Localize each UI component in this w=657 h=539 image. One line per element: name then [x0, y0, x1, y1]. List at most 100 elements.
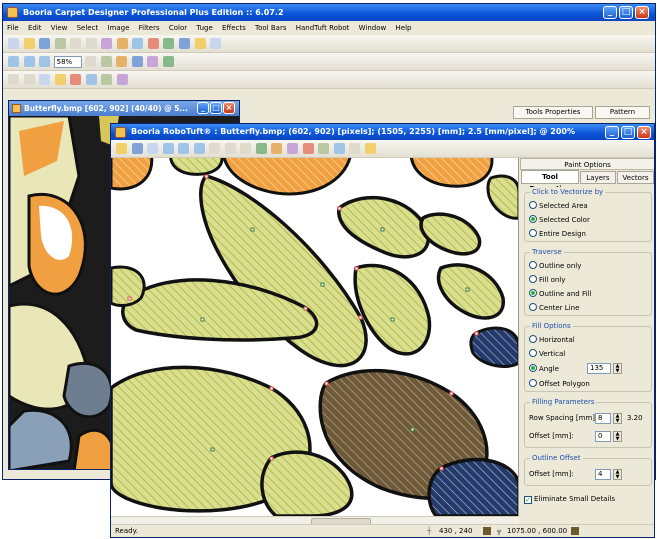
outline-offset-stepper[interactable]: ▲ ▼: [613, 469, 622, 480]
undo-icon[interactable]: [70, 38, 82, 49]
robotuft-vector-icon[interactable]: [255, 143, 267, 154]
layers-icon[interactable]: [179, 38, 191, 49]
paste-icon[interactable]: [132, 38, 144, 49]
fill-icon[interactable]: [131, 56, 143, 67]
tab-vectors[interactable]: Vectors: [617, 171, 654, 184]
menu-color[interactable]: Color: [169, 24, 187, 32]
save-icon[interactable]: [39, 38, 51, 49]
radio-angle[interactable]: Angle: [529, 364, 559, 374]
robotuft-run-icon[interactable]: [364, 143, 376, 154]
select-icon[interactable]: [162, 56, 174, 67]
vector-canvas[interactable]: [111, 158, 519, 516]
eliminate-small-details-checkbox[interactable]: ✓ Eliminate Small Details: [524, 494, 615, 504]
radio-fill-only[interactable]: Fill only: [529, 275, 565, 285]
angle-stepper[interactable]: ▲ ▼: [613, 363, 622, 374]
tool-c-icon[interactable]: [39, 74, 51, 85]
radio-outline-and-fill[interactable]: Outline and Fill: [529, 289, 591, 299]
menu-edit[interactable]: Edit: [28, 24, 42, 32]
offset-field[interactable]: 0: [595, 431, 611, 442]
new-icon[interactable]: [8, 38, 19, 49]
radio-outline-only[interactable]: Outline only: [529, 261, 581, 271]
tab-layers[interactable]: Layers: [580, 171, 616, 184]
tab-tool-properties[interactable]: Tool Properties: [521, 170, 579, 193]
minimize-button[interactable]: _: [603, 6, 617, 19]
zoom-in-icon[interactable]: [8, 56, 19, 67]
zoom-dropdown-icon[interactable]: [85, 56, 97, 67]
cut-icon[interactable]: [101, 38, 113, 49]
image-icon[interactable]: [100, 56, 112, 67]
tool-f-icon[interactable]: [85, 74, 97, 85]
close-button[interactable]: ×: [635, 6, 649, 19]
menu-tool-bars[interactable]: Tool Bars: [255, 24, 286, 32]
palette-icon[interactable]: [194, 38, 206, 49]
redo-icon[interactable]: [85, 38, 97, 49]
angle-field[interactable]: 135: [587, 363, 611, 374]
menu-file[interactable]: File: [7, 24, 19, 32]
pattern-icon[interactable]: [147, 56, 159, 67]
copy-icon[interactable]: [116, 38, 128, 49]
zoom-field[interactable]: 58%: [53, 56, 82, 68]
robotuft-move-icon[interactable]: [333, 143, 345, 154]
main-titlebar[interactable]: Booria Carpet Designer Professional Plus…: [3, 4, 655, 21]
robotuft-maximize-button[interactable]: □: [621, 126, 635, 139]
radio-offset-polygon[interactable]: Offset Polygon: [529, 379, 590, 389]
zoom-fit-icon[interactable]: [39, 56, 51, 67]
robotuft-minimize-button[interactable]: _: [605, 126, 619, 139]
offset-stepper[interactable]: ▲ ▼: [613, 431, 622, 442]
menu-window[interactable]: Window: [359, 24, 387, 32]
robotuft-titlebar[interactable]: Booria RoboTuft® : Butterfly.bmp; (602, …: [111, 124, 654, 140]
menu-filters[interactable]: Filters: [139, 24, 160, 32]
doc-minimize-button[interactable]: _: [197, 102, 209, 114]
robotuft-path-icon[interactable]: [302, 143, 314, 154]
robotuft-save-icon[interactable]: [131, 143, 143, 154]
open-icon[interactable]: [23, 38, 35, 49]
robotuft-zoom-fit-icon[interactable]: [193, 143, 205, 154]
radio-selected-color[interactable]: Selected Color: [529, 215, 590, 225]
radio-selected-area[interactable]: Selected Area: [529, 201, 588, 211]
tool-h-icon[interactable]: [116, 74, 128, 85]
robotuft-zoom-out-icon[interactable]: [178, 143, 190, 154]
menu-view[interactable]: View: [51, 24, 68, 32]
robotuft-export-icon[interactable]: [147, 143, 159, 154]
menu-image[interactable]: Image: [107, 24, 129, 32]
row-spacing-field[interactable]: 8: [595, 413, 611, 424]
menu-help[interactable]: Help: [396, 24, 412, 32]
doc-maximize-button[interactable]: □: [210, 102, 222, 114]
radio-vertical[interactable]: Vertical: [529, 349, 565, 359]
view-icon[interactable]: [210, 38, 222, 49]
robotuft-grid-icon[interactable]: [209, 143, 221, 154]
robotuft-node-icon[interactable]: [271, 143, 283, 154]
robotuft-flip-icon[interactable]: [349, 143, 361, 154]
robotuft-fill-icon[interactable]: [318, 143, 330, 154]
robotuft-undo-icon[interactable]: [224, 143, 236, 154]
grid-icon[interactable]: [163, 38, 175, 49]
menu-handtuft-robot[interactable]: HandTuft Robot: [296, 24, 350, 32]
menu-effects[interactable]: Effects: [222, 24, 246, 32]
document-titlebar[interactable]: Butterfly.bmp [602, 902] (40/40) @ 5... …: [9, 101, 239, 116]
doc-close-button[interactable]: ×: [223, 102, 235, 114]
robotuft-open-icon[interactable]: [116, 143, 127, 154]
tool-e-icon[interactable]: [70, 74, 82, 85]
robotuft-zoom-in-icon[interactable]: [162, 143, 174, 154]
zoom-out-icon[interactable]: [23, 56, 35, 67]
tab-pattern[interactable]: Pattern: [595, 106, 650, 119]
tool-d-icon[interactable]: [54, 74, 66, 85]
robotuft-polygon-icon[interactable]: [287, 143, 299, 154]
tool-a-icon[interactable]: [8, 74, 19, 85]
menu-tuge[interactable]: Tuge: [196, 24, 212, 32]
outline-offset-field[interactable]: 4: [595, 469, 611, 480]
radio-horizontal[interactable]: Horizontal: [529, 335, 575, 345]
robotuft-close-button[interactable]: ×: [637, 126, 651, 139]
tab-tools-properties[interactable]: Tools Properties: [513, 106, 593, 119]
maximize-button[interactable]: □: [619, 6, 633, 19]
tool-b-icon[interactable]: [23, 74, 35, 85]
brush-icon[interactable]: [116, 56, 128, 67]
radio-center-line[interactable]: Center Line: [529, 303, 579, 313]
radio-entire-design[interactable]: Entire Design: [529, 229, 586, 239]
robotuft-redo-icon[interactable]: [240, 143, 252, 154]
tool-g-icon[interactable]: [101, 74, 113, 85]
print-icon[interactable]: [54, 38, 66, 49]
row-spacing-stepper[interactable]: ▲ ▼: [613, 413, 622, 424]
delete-icon[interactable]: [147, 38, 159, 49]
menu-select[interactable]: Select: [77, 24, 99, 32]
